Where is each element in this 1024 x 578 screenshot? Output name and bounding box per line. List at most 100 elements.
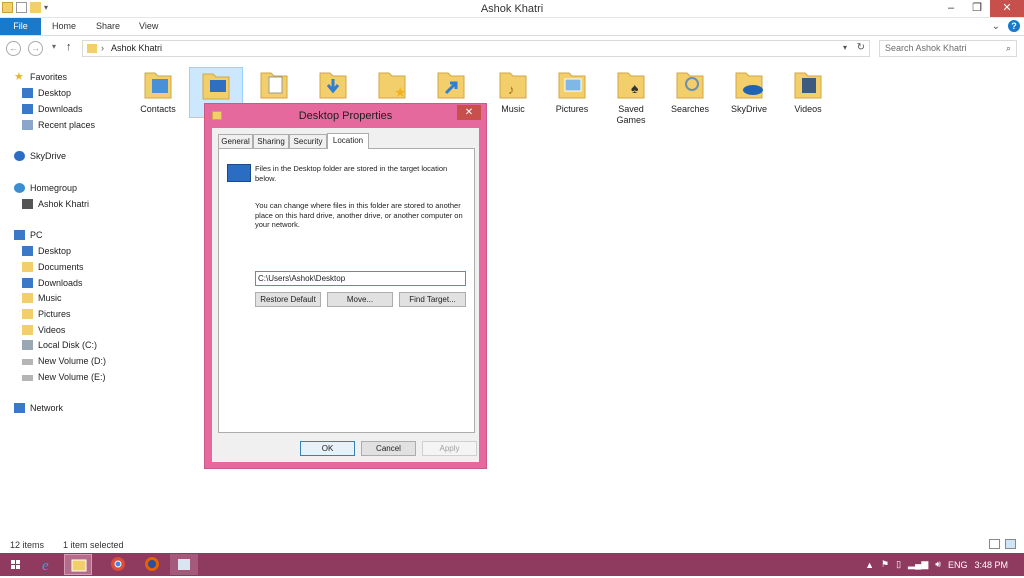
chrome-icon[interactable]	[104, 554, 132, 575]
tab-home[interactable]: Home	[52, 18, 76, 35]
power-icon[interactable]: ▯	[896, 559, 901, 570]
tab-location[interactable]: Location	[327, 133, 369, 149]
folder-contacts[interactable]: Contacts	[131, 67, 185, 115]
nav-homegroup-user[interactable]: Ashok Khatri	[22, 197, 89, 212]
folder-downloads[interactable]	[306, 67, 360, 104]
find-target-button[interactable]: Find Target...	[399, 292, 466, 307]
ie-icon[interactable]: e	[34, 554, 62, 575]
cloud-icon	[14, 151, 25, 161]
desktop-monitor-icon	[227, 164, 251, 182]
favorites-folder-icon: ★	[375, 67, 409, 101]
properties-taskbar-icon[interactable]	[170, 554, 198, 575]
nav-pc-music[interactable]: Music	[22, 291, 62, 306]
contacts-folder-icon	[141, 67, 175, 101]
nav-pc-volume-e[interactable]: New Volume (E:)	[22, 370, 106, 385]
nav-pc-local-disk-c[interactable]: Local Disk (C:)	[22, 338, 97, 353]
dialog-title: Desktop Properties	[298, 110, 393, 122]
close-button[interactable]: ✕	[990, 0, 1024, 17]
svg-text:★: ★	[394, 84, 407, 100]
folder-videos[interactable]: Videos	[781, 67, 835, 115]
folder-skydrive[interactable]: SkyDrive	[722, 67, 776, 115]
file-explorer-taskbar-icon[interactable]	[64, 554, 92, 575]
restore-default-button[interactable]: Restore Default	[255, 292, 321, 307]
nav-homegroup[interactable]: Homegroup	[14, 181, 77, 196]
tab-share[interactable]: Share	[96, 18, 120, 35]
nav-fav-desktop[interactable]: Desktop	[22, 86, 71, 101]
refresh-icon[interactable]: ↻	[857, 42, 865, 53]
tab-general[interactable]: General	[218, 134, 253, 148]
network-signal-icon[interactable]: ▂▄▆	[908, 559, 928, 570]
nav-pc-documents[interactable]: Documents	[22, 260, 84, 275]
search-input[interactable]: Search Ashok Khatri	[885, 43, 967, 53]
action-center-icon[interactable]: ⚑	[881, 559, 889, 570]
nav-pc[interactable]: PC	[14, 228, 43, 243]
minimize-button[interactable]: –	[938, 0, 964, 17]
back-button[interactable]: ←	[6, 41, 21, 56]
nav-fav-recent[interactable]: Recent places	[22, 118, 95, 133]
nav-pc-downloads[interactable]: Downloads	[22, 276, 83, 291]
system-tray: ▲ ⚑ ▯ ▂▄▆ 🔊︎ ENG 3:48 PM	[865, 553, 1024, 576]
apply-button[interactable]: Apply	[422, 441, 477, 456]
start-button[interactable]	[2, 554, 30, 575]
search-box[interactable]: Search Ashok Khatri ⌕	[879, 40, 1017, 57]
firefox-icon[interactable]	[138, 554, 166, 575]
volume-icon[interactable]: 🔊︎	[935, 559, 941, 570]
nav-pc-volume-d[interactable]: New Volume (D:)	[22, 354, 106, 369]
breadcrumb-separator-icon: ›	[101, 43, 104, 53]
nav-fav-downloads[interactable]: Downloads	[22, 102, 83, 117]
folder-music[interactable]: ♪ Music	[486, 67, 540, 115]
nav-pc-desktop[interactable]: Desktop	[22, 244, 71, 259]
help-icon[interactable]: ?	[1008, 20, 1020, 32]
folder-searches[interactable]: Searches	[663, 67, 717, 115]
downloads-icon	[22, 278, 33, 288]
drive-icon	[22, 359, 33, 365]
location-info-text: Files in the Desktop folder are stored i…	[255, 164, 448, 183]
language-indicator[interactable]: ENG	[948, 560, 968, 570]
location-path-input[interactable]: C:\Users\Ashok\Desktop	[255, 271, 466, 286]
desktop-folder-icon	[199, 68, 233, 102]
tab-view[interactable]: View	[139, 18, 158, 35]
music-icon	[22, 293, 33, 303]
folder-favorites[interactable]: ★	[365, 67, 419, 104]
large-icons-view-icon[interactable]	[1005, 539, 1016, 549]
documents-icon	[22, 262, 33, 272]
restore-button[interactable]: ❐	[964, 0, 990, 17]
address-dropdown-icon[interactable]: ▾	[843, 43, 847, 52]
nav-skydrive[interactable]: SkyDrive	[14, 149, 66, 164]
nav-network[interactable]: Network	[14, 401, 63, 416]
drive-icon	[22, 375, 33, 381]
nav-favorites[interactable]: ★ Favorites	[14, 70, 67, 85]
recent-locations-icon[interactable]: ▾	[52, 42, 56, 51]
tab-security[interactable]: Security	[289, 134, 327, 148]
navigation-pane: ★ Favorites Desktop Downloads Recent pla…	[0, 62, 120, 532]
address-bar[interactable]: › Ashok Khatri ▾ ↻	[82, 40, 870, 57]
desktop-icon	[22, 246, 33, 256]
title-bar: ▾ Ashok Khatri – ❐ ✕	[0, 0, 1024, 18]
nav-pc-videos[interactable]: Videos	[22, 323, 65, 338]
nav-pc-pictures[interactable]: Pictures	[22, 307, 71, 322]
view-buttons	[989, 539, 1016, 549]
tab-file[interactable]: File	[0, 18, 41, 35]
cancel-button[interactable]: Cancel	[361, 441, 416, 456]
folder-pictures[interactable]: Pictures	[545, 67, 599, 115]
clock[interactable]: 3:48 PM	[974, 560, 1008, 570]
dialog-close-button[interactable]: ✕	[457, 105, 481, 120]
ok-button[interactable]: OK	[300, 441, 355, 456]
details-view-icon[interactable]	[989, 539, 1000, 549]
search-icon: ⌕	[1005, 43, 1011, 53]
user-icon	[22, 199, 33, 209]
folder-saved-games[interactable]: ♠ Saved Games	[604, 67, 658, 126]
folder-links[interactable]	[424, 67, 478, 104]
up-button[interactable]: ↑	[66, 41, 72, 53]
show-hidden-icons-icon[interactable]: ▲	[865, 560, 874, 570]
music-folder-icon: ♪	[496, 67, 530, 101]
forward-button[interactable]: →	[28, 41, 43, 56]
folder-documents[interactable]	[247, 67, 301, 104]
computer-icon	[14, 230, 25, 240]
skydrive-folder-icon	[732, 67, 766, 101]
tab-sharing[interactable]: Sharing	[253, 134, 289, 148]
drive-icon	[22, 340, 33, 350]
expand-ribbon-icon[interactable]: ⌄	[992, 21, 1000, 32]
videos-folder-icon	[791, 67, 825, 101]
move-button[interactable]: Move...	[327, 292, 393, 307]
